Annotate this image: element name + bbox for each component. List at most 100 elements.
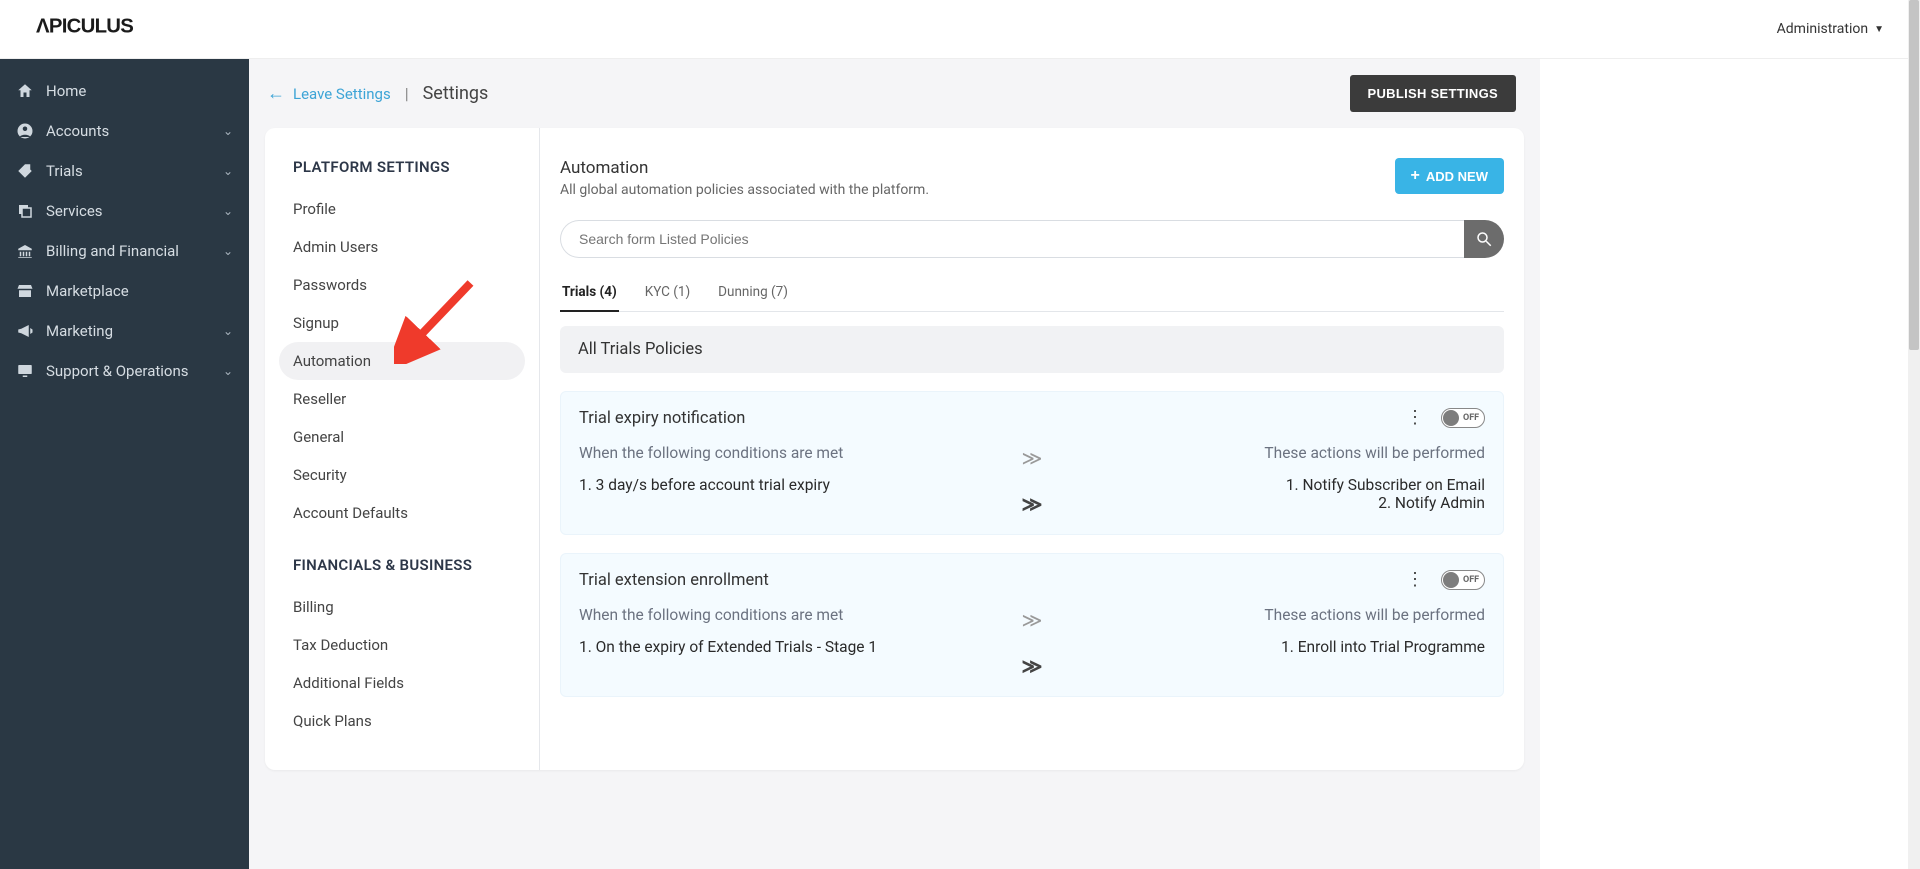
chevron-down-icon: ⌄ xyxy=(223,244,233,258)
sidebar-item-billing[interactable]: Billing and Financial ⌄ xyxy=(0,231,249,271)
search-button[interactable] xyxy=(1464,220,1504,258)
tab[interactable]: Dunning (7) xyxy=(716,276,790,311)
condition-item: 1. On the expiry of Extended Trials - St… xyxy=(579,638,1010,656)
settings-nav-item[interactable]: Passwords xyxy=(279,266,525,304)
action-item: 2. Notify Admin xyxy=(1054,494,1485,512)
actions-header: These actions will be performed xyxy=(1054,444,1485,462)
megaphone-icon xyxy=(16,322,34,340)
conditions-header: When the following conditions are met xyxy=(579,444,1010,462)
arrow-left-icon: ← xyxy=(267,85,285,103)
policy-title: Trial expiry notification xyxy=(579,409,745,428)
add-new-label: ADD NEW xyxy=(1426,169,1488,184)
policy-title: Trial extension enrollment xyxy=(579,571,769,590)
sidebar-item-marketing[interactable]: Marketing ⌄ xyxy=(0,311,249,351)
actions-header: These actions will be performed xyxy=(1054,606,1485,624)
vertical-scrollbar[interactable] xyxy=(1908,0,1920,869)
sidebar-item-label: Home xyxy=(46,82,86,100)
layers-icon xyxy=(16,202,34,220)
settings-card: PLATFORM SETTINGS ProfileAdmin UsersPass… xyxy=(265,128,1524,770)
section-banner: All Trials Policies xyxy=(560,326,1504,373)
panel-title: Automation xyxy=(560,158,929,178)
add-new-button[interactable]: + ADD NEW xyxy=(1395,158,1504,194)
scrollbar-thumb[interactable] xyxy=(1909,0,1919,350)
breadcrumb-separator: | xyxy=(405,84,409,103)
conditions-header: When the following conditions are met xyxy=(579,606,1010,624)
chevron-down-icon: ⌄ xyxy=(223,324,233,338)
publish-settings-button[interactable]: PUBLISH SETTINGS xyxy=(1350,75,1516,112)
search-icon xyxy=(1475,230,1493,248)
settings-nav-item[interactable]: Security xyxy=(279,456,525,494)
tab[interactable]: Trials (4) xyxy=(560,276,619,312)
sidebar-item-label: Accounts xyxy=(46,122,109,140)
tabs-row: Trials (4) KYC (1) Dunning (7) xyxy=(560,276,1504,312)
administration-label: Administration xyxy=(1777,21,1868,37)
double-chevron-right-icon: ≫ xyxy=(1022,654,1043,678)
toggle-label: OFF xyxy=(1463,413,1479,423)
svg-text:ΛPICULUS: ΛPICULUS xyxy=(36,16,133,38)
search-input[interactable] xyxy=(560,220,1464,258)
content-area: ← Leave Settings | Settings PUBLISH SETT… xyxy=(249,59,1540,869)
settings-nav-item[interactable]: Account Defaults xyxy=(279,494,525,532)
caret-down-icon: ▼ xyxy=(1874,24,1884,35)
bank-icon xyxy=(16,242,34,260)
settings-nav-item[interactable]: Additional Fields xyxy=(279,664,525,702)
chevron-down-icon: ⌄ xyxy=(223,124,233,138)
settings-nav-item[interactable]: Quick Plans xyxy=(279,702,525,740)
settings-nav-item[interactable]: Automation xyxy=(279,342,525,380)
sidebar-item-label: Services xyxy=(46,202,103,220)
page-header-bar: ← Leave Settings | Settings PUBLISH SETT… xyxy=(249,59,1540,128)
settings-nav-item[interactable]: General xyxy=(279,418,525,456)
sidebar-item-services[interactable]: Services ⌄ xyxy=(0,191,249,231)
double-chevron-right-icon: ≫ xyxy=(1022,492,1043,516)
policy-card: Trial expiry notification ⋮ OFF When the fo… xyxy=(560,391,1504,535)
user-circle-icon xyxy=(16,122,34,140)
main-sidebar: Home Accounts ⌄ Trials ⌄ Services ⌄ Bill… xyxy=(0,59,249,869)
settings-nav-item[interactable]: Tax Deduction xyxy=(279,626,525,664)
action-item: 1. Enroll into Trial Programme xyxy=(1054,638,1485,656)
top-bar: ΛPICULUS Administration ▼ xyxy=(0,0,1908,59)
double-chevron-right-icon: ≫ xyxy=(1022,608,1043,632)
action-item: 1. Notify Subscriber on Email xyxy=(1054,476,1485,494)
leave-settings-link[interactable]: ← Leave Settings xyxy=(267,85,391,103)
toggle-switch[interactable]: OFF xyxy=(1441,408,1485,428)
settings-nav-item[interactable]: Admin Users xyxy=(279,228,525,266)
plus-icon: + xyxy=(1411,168,1420,184)
kebab-menu-icon[interactable]: ⋮ xyxy=(1406,409,1423,427)
back-link-label: Leave Settings xyxy=(293,85,391,103)
sidebar-item-label: Billing and Financial xyxy=(46,242,179,260)
settings-nav-item[interactable]: Billing xyxy=(279,588,525,626)
settings-nav-item[interactable]: Signup xyxy=(279,304,525,342)
page-title: Settings xyxy=(423,83,489,104)
settings-section-title-platform: PLATFORM SETTINGS xyxy=(279,158,525,190)
policy-card: Trial extension enrollment ⋮ OFF When the f… xyxy=(560,553,1504,697)
sidebar-item-accounts[interactable]: Accounts ⌄ xyxy=(0,111,249,151)
monitor-icon xyxy=(16,362,34,380)
chevron-down-icon: ⌄ xyxy=(223,164,233,178)
settings-side-nav: PLATFORM SETTINGS ProfileAdmin UsersPass… xyxy=(265,128,540,770)
settings-nav-item[interactable]: Reseller xyxy=(279,380,525,418)
settings-nav-item[interactable]: Profile xyxy=(279,190,525,228)
search-row xyxy=(560,220,1504,258)
sidebar-item-label: Support & Operations xyxy=(46,362,189,380)
main-panel: Automation All global automation policie… xyxy=(540,128,1524,770)
toggle-knob xyxy=(1443,410,1459,426)
store-icon xyxy=(16,282,34,300)
home-icon xyxy=(16,82,34,100)
sidebar-item-support[interactable]: Support & Operations ⌄ xyxy=(0,351,249,391)
administration-dropdown[interactable]: Administration ▼ xyxy=(1777,21,1884,37)
kebab-menu-icon[interactable]: ⋮ xyxy=(1406,571,1423,589)
toggle-label: OFF xyxy=(1463,575,1479,585)
sidebar-item-marketplace[interactable]: Marketplace xyxy=(0,271,249,311)
settings-section-title-financials: FINANCIALS & BUSINESS xyxy=(279,556,525,588)
sidebar-item-trials[interactable]: Trials ⌄ xyxy=(0,151,249,191)
sidebar-item-label: Marketplace xyxy=(46,282,129,300)
toggle-switch[interactable]: OFF xyxy=(1441,570,1485,590)
double-chevron-right-icon: ≫ xyxy=(1022,446,1043,470)
sidebar-item-home[interactable]: Home xyxy=(0,71,249,111)
toggle-knob xyxy=(1443,572,1459,588)
chevron-down-icon: ⌄ xyxy=(223,364,233,378)
condition-item: 1. 3 day/s before account trial expiry xyxy=(579,476,1010,494)
panel-subtitle: All global automation policies associate… xyxy=(560,182,929,198)
brand-logo: ΛPICULUS xyxy=(36,9,196,49)
tab[interactable]: KYC (1) xyxy=(643,276,692,311)
